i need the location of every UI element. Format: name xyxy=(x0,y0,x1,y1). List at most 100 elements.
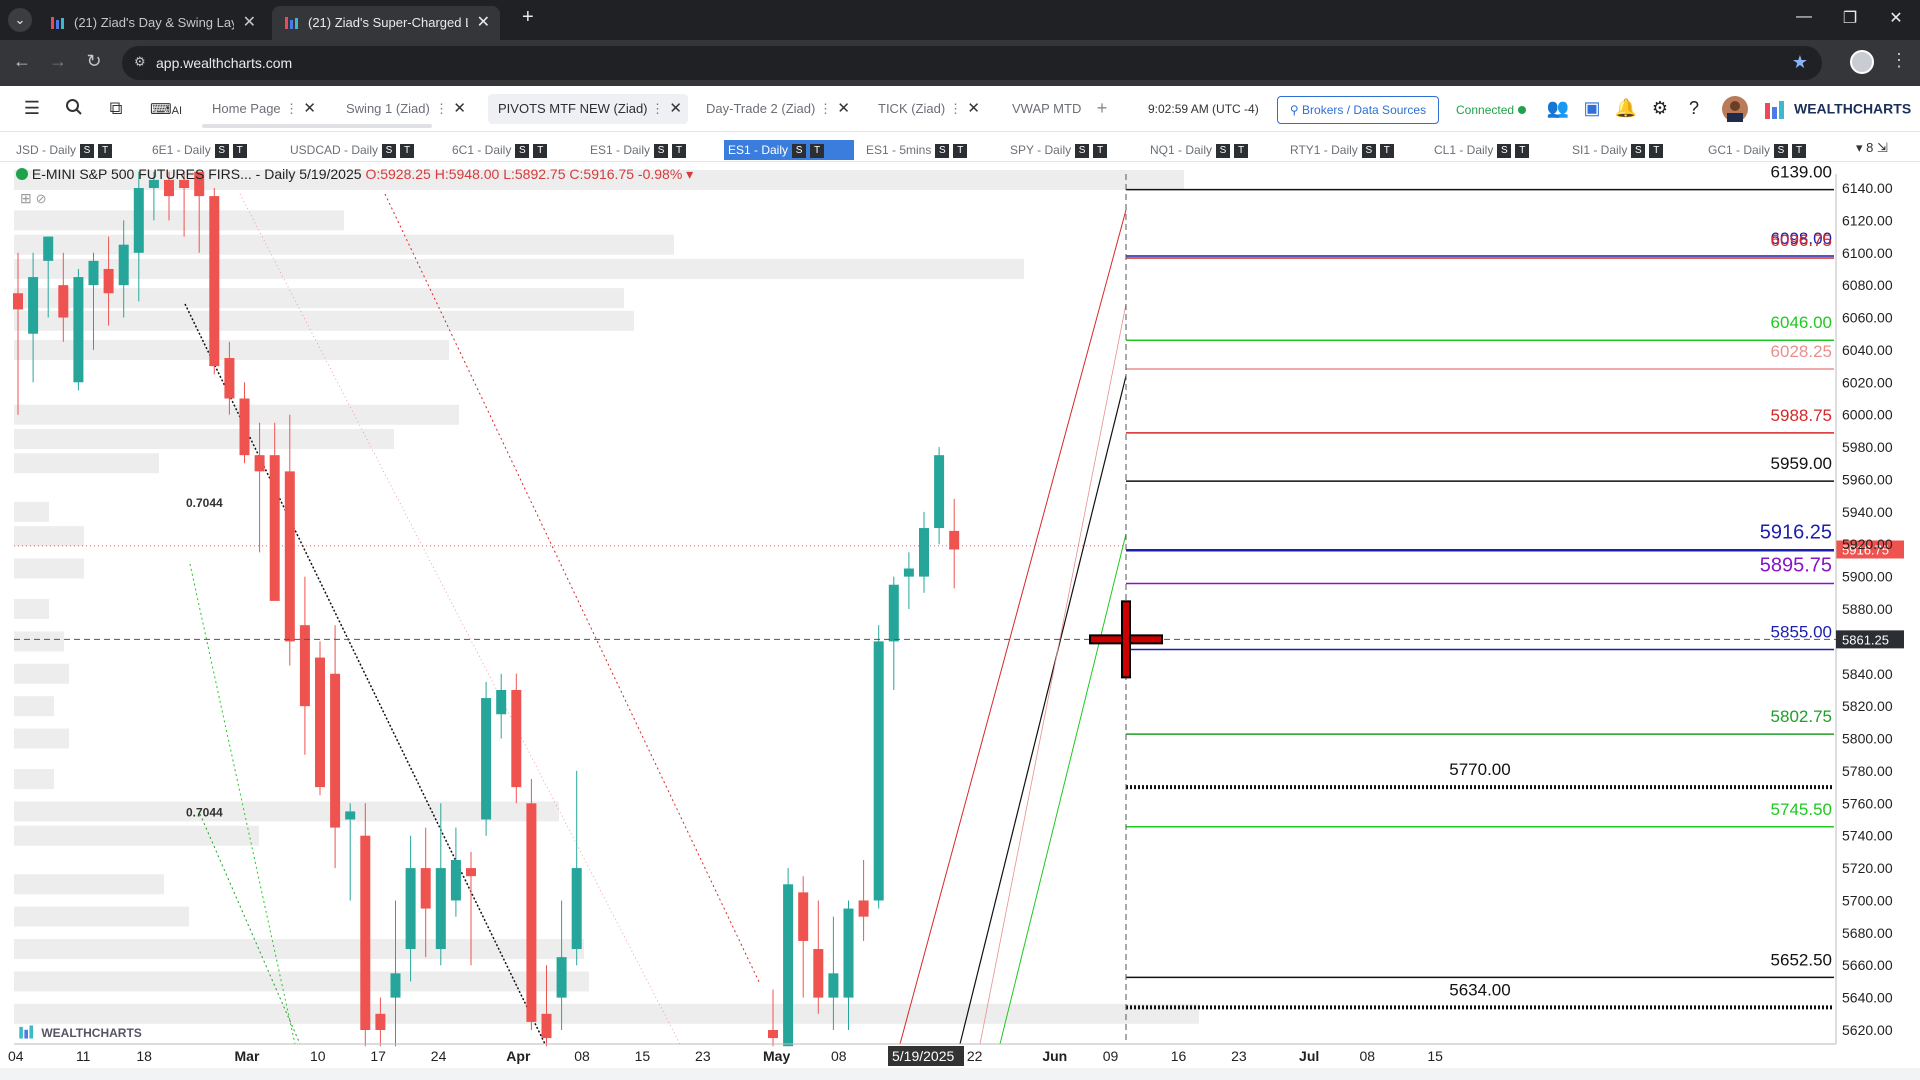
tab-swing-1[interactable]: Swing 1 (Ziad) ⋮ ✕ xyxy=(336,94,472,124)
symbol-tab[interactable]: SI1 - Daily S T xyxy=(1568,140,1664,160)
symbol-tab-active[interactable]: ES1 - Daily S T xyxy=(724,140,854,160)
candle-body xyxy=(299,625,310,707)
close-icon[interactable]: ✕ xyxy=(303,94,316,124)
browser-tab-1[interactable]: (21) Ziad's Day & Swing Layout ✕ xyxy=(38,6,266,40)
tab-vwap-mtd[interactable]: VWAP MTD xyxy=(1002,94,1092,124)
y-tick-label: 6020.00 xyxy=(1842,374,1893,390)
bell-icon[interactable]: 🔔 xyxy=(1614,98,1638,119)
trendline xyxy=(979,303,1127,1045)
close-window-icon[interactable]: ✕ xyxy=(1884,8,1908,28)
browser-menu-icon[interactable]: ⋮ xyxy=(1890,50,1908,71)
candle-body xyxy=(526,803,537,1022)
x-tick-label: 15 xyxy=(1427,1048,1443,1064)
candle-body xyxy=(103,268,114,294)
symbol-tab[interactable]: 6C1 - Daily S T xyxy=(448,140,548,160)
open-value: O:5928.25 xyxy=(365,166,431,182)
user-avatar[interactable] xyxy=(1722,96,1748,127)
tab-day-trade-2[interactable]: Day-Trade 2 (Ziad) ⋮ ✕ xyxy=(696,94,856,124)
candle-body xyxy=(571,868,582,950)
candle-body xyxy=(133,188,144,253)
tab-tick[interactable]: TICK (Ziad) ⋮ ✕ xyxy=(868,94,986,124)
tabs-scrollbar[interactable] xyxy=(202,124,432,128)
symbol-tab[interactable]: RTY1 - Daily S T xyxy=(1286,140,1394,160)
profile-avatar[interactable] xyxy=(1850,50,1874,74)
x-tick-label: 08 xyxy=(574,1048,590,1064)
x-tick-label: 08 xyxy=(1359,1048,1375,1064)
instrument-name[interactable]: E-MINI S&P 500 FUTURES FIRS... - Daily xyxy=(32,166,295,182)
users-icon[interactable]: 👥 xyxy=(1546,98,1570,119)
brokers-data-sources-button[interactable]: ⚲ Brokers / Data Sources xyxy=(1277,96,1439,124)
candle-body xyxy=(919,528,929,577)
y-tick-label: 5980.00 xyxy=(1842,439,1893,455)
reload-icon[interactable]: ↻ xyxy=(82,51,106,72)
close-icon[interactable]: ✕ xyxy=(837,94,850,124)
browser-tab-2[interactable]: (21) Ziad's Super-Charged Layo ✕ xyxy=(272,6,500,40)
close-icon[interactable]: ✕ xyxy=(477,12,490,32)
symbol-tab[interactable]: JSD - Daily S T xyxy=(12,140,113,160)
minimize-icon[interactable]: — xyxy=(1792,8,1816,26)
restore-icon[interactable]: ❐ xyxy=(1838,8,1862,28)
symbol-tab[interactable]: SPY - Daily S T xyxy=(1006,140,1108,160)
symbol-tab[interactable]: 6E1 - Daily S T xyxy=(148,140,247,160)
profile-bar xyxy=(14,599,49,619)
help-icon[interactable]: ? xyxy=(1682,98,1706,119)
ai-assistant-icon[interactable]: ⌨AI xyxy=(148,98,184,119)
profile-bar xyxy=(14,310,634,331)
symbol-tab[interactable]: ES1 - Daily S T xyxy=(586,140,687,160)
address-bar[interactable]: ⚙ app.wealthcharts.com ★ xyxy=(122,46,1822,80)
expand-panel-icon[interactable]: ⊞ ⊘ xyxy=(20,190,47,207)
add-tab-icon[interactable]: + xyxy=(1090,98,1114,119)
symbol-tab[interactable]: CL1 - Daily S T xyxy=(1430,140,1530,160)
close-icon[interactable]: ✕ xyxy=(243,12,256,32)
y-tick-label: 5880.00 xyxy=(1842,601,1893,617)
y-tick-label: 6140.00 xyxy=(1842,180,1893,196)
forward-icon[interactable]: → xyxy=(46,51,70,72)
candle-body xyxy=(481,698,492,820)
candle-body xyxy=(828,973,839,998)
new-tab-button[interactable]: + xyxy=(522,6,534,29)
tab-pivots-mtf-new[interactable]: PIVOTS MTF NEW (Ziad) ⋮ ✕ xyxy=(488,94,688,124)
layouts-icon[interactable]: ⧉ xyxy=(104,98,128,119)
candle-body xyxy=(420,868,431,909)
candle-body xyxy=(949,530,960,550)
back-icon[interactable]: ← xyxy=(10,51,34,72)
symbol-tab[interactable]: NQ1 - Daily S T xyxy=(1146,140,1249,160)
low-value: L:5892.75 xyxy=(503,166,566,182)
save-icon[interactable]: ▣ xyxy=(1580,98,1604,119)
symbol-tab[interactable]: USDCAD - Daily S T xyxy=(286,140,415,160)
tab-home-page[interactable]: Home Page ⋮ ✕ xyxy=(202,94,322,124)
x-tick-label: 10 xyxy=(310,1048,326,1064)
trendline xyxy=(999,533,1127,1045)
crosshair: 5861.25 xyxy=(14,600,1904,679)
close-icon[interactable]: ✕ xyxy=(967,94,980,124)
site-info-icon[interactable]: ⚙ xyxy=(134,54,146,70)
pivot-level-label: 5855.00 xyxy=(1771,622,1832,641)
x-tick-label: Jul xyxy=(1299,1048,1319,1064)
wealthcharts-logo-mark xyxy=(1765,101,1784,119)
chart-legend: E-MINI S&P 500 FUTURES FIRS... - Daily 5… xyxy=(16,166,693,183)
price-chart[interactable]: 0.70440.7044 6139.006098.006096.756046.0… xyxy=(0,164,1920,1068)
pivot-level-label: 5988.75 xyxy=(1771,406,1832,425)
candle-body xyxy=(88,260,99,286)
tab-search-dropdown[interactable]: ⌄ xyxy=(8,8,32,32)
symbol-overflow-count[interactable]: ▾ 8 ⇲ xyxy=(1856,140,1888,156)
x-tick-label: 23 xyxy=(1231,1048,1247,1064)
close-icon[interactable]: ✕ xyxy=(453,94,466,124)
high-value: H:5948.00 xyxy=(434,166,500,182)
symbol-tab[interactable]: GC1 - Daily S T xyxy=(1704,140,1807,160)
y-tick-label: 5820.00 xyxy=(1842,698,1893,714)
gear-icon[interactable]: ⚙ xyxy=(1648,98,1672,119)
hamburger-menu-icon[interactable]: ☰ xyxy=(20,98,44,119)
y-tick-label: 5800.00 xyxy=(1842,731,1893,747)
x-tick-label: 15 xyxy=(635,1048,651,1064)
close-icon[interactable]: ✕ xyxy=(669,94,682,124)
wealthcharts-favicon xyxy=(285,17,298,29)
bookmark-star-icon[interactable]: ★ xyxy=(1792,52,1808,73)
search-icon[interactable] xyxy=(62,98,86,121)
pivot-level-label: 6028.25 xyxy=(1771,342,1832,361)
pivot-level-label: 5652.50 xyxy=(1771,950,1832,969)
profile-bar xyxy=(14,258,1024,279)
profile-bar xyxy=(14,234,674,255)
symbol-tab[interactable]: ES1 - 5mins S T xyxy=(862,140,968,160)
candle-body xyxy=(450,859,461,901)
